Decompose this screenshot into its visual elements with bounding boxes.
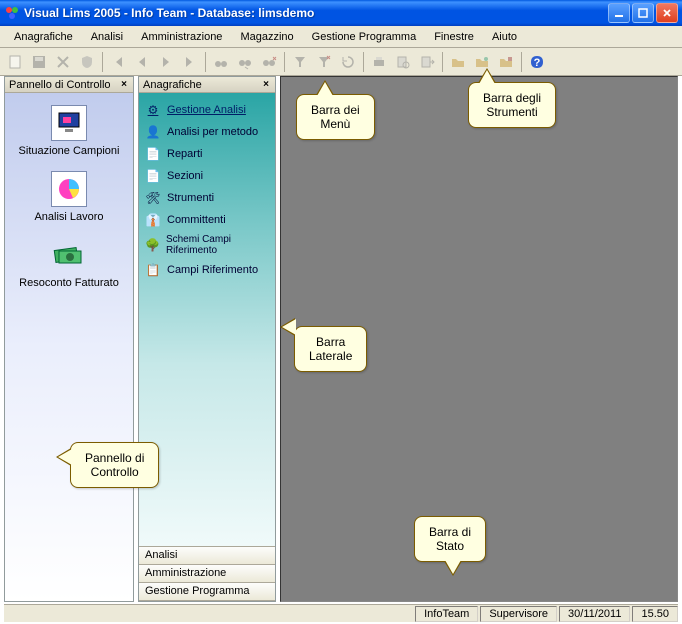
person-icon: 👤 bbox=[145, 124, 161, 140]
save-icon[interactable] bbox=[28, 51, 50, 73]
tree-icon: 🌳 bbox=[145, 237, 160, 253]
sidebar-item-committenti[interactable]: 👔 Committenti bbox=[139, 209, 275, 231]
preview-icon[interactable] bbox=[392, 51, 414, 73]
shield-icon[interactable] bbox=[76, 51, 98, 73]
sidebar-item-gestione-analisi[interactable]: ⚙ Gestione Analisi bbox=[139, 99, 275, 121]
cp-label: Situazione Campioni bbox=[19, 145, 120, 157]
tools-icon: 🛠 bbox=[145, 190, 161, 206]
sidebar-item-analisi-metodo[interactable]: 👤 Analisi per metodo bbox=[139, 121, 275, 143]
cp-item-situazione[interactable]: Situazione Campioni bbox=[5, 101, 133, 161]
export-icon[interactable] bbox=[416, 51, 438, 73]
sidebar-item-label: Campi Riferimento bbox=[167, 264, 258, 276]
callout-panel: Pannello di Controllo bbox=[70, 442, 159, 488]
doc-icon: 📄 bbox=[145, 168, 161, 184]
maximize-button[interactable] bbox=[632, 3, 654, 23]
sidebar-item-schemi[interactable]: 🌳 Schemi Campi Riferimento bbox=[139, 231, 275, 259]
control-panel-title: Pannello di Controllo bbox=[9, 79, 111, 91]
last-icon[interactable] bbox=[179, 51, 201, 73]
user-icon: 👔 bbox=[145, 212, 161, 228]
status-company: InfoTeam bbox=[415, 606, 478, 622]
folder3-icon[interactable] bbox=[495, 51, 517, 73]
cp-label: Analisi Lavoro bbox=[34, 211, 103, 223]
menu-amministrazione[interactable]: Amministrazione bbox=[133, 29, 230, 45]
refresh-icon[interactable] bbox=[337, 51, 359, 73]
sidebar-item-reparti[interactable]: 📄 Reparti bbox=[139, 143, 275, 165]
sidebar-tab-analisi[interactable]: Analisi bbox=[139, 547, 275, 565]
monitor-icon bbox=[51, 105, 87, 141]
sidebar-item-label: Gestione Analisi bbox=[167, 104, 246, 116]
delete-icon[interactable] bbox=[52, 51, 74, 73]
menu-gestione-programma[interactable]: Gestione Programma bbox=[304, 29, 425, 45]
money-icon bbox=[51, 237, 87, 273]
funnel-clear-icon[interactable] bbox=[313, 51, 335, 73]
statusbar: InfoTeam Supervisore 30/11/2011 15.50 bbox=[4, 604, 678, 622]
close-button[interactable] bbox=[656, 3, 678, 23]
sidebar-item-label: Strumenti bbox=[167, 192, 214, 204]
menubar: Anagrafiche Analisi Amministrazione Maga… bbox=[0, 26, 682, 48]
window-title: Visual Lims 2005 - Info Team - Database:… bbox=[24, 6, 608, 20]
control-panel: Pannello di Controllo × Situazione Campi… bbox=[4, 76, 134, 602]
status-time: 15.50 bbox=[632, 606, 678, 622]
sidebar-item-label: Schemi Campi Riferimento bbox=[166, 234, 269, 256]
sidebar-item-label: Committenti bbox=[167, 214, 226, 226]
sidebar-item-label: Reparti bbox=[167, 148, 202, 160]
sidebar: Anagrafiche × ⚙ Gestione Analisi 👤 Analisi… bbox=[138, 76, 276, 602]
status-user: Supervisore bbox=[480, 606, 557, 622]
help-icon[interactable]: ? bbox=[526, 51, 548, 73]
callout-menu: Barra dei Menù bbox=[296, 94, 375, 140]
app-icon bbox=[4, 5, 20, 21]
doc-icon: 📄 bbox=[145, 146, 161, 162]
sidebar-close-icon[interactable]: × bbox=[261, 79, 271, 90]
svg-text:?: ? bbox=[534, 57, 541, 69]
filter-clear-icon[interactable] bbox=[258, 51, 280, 73]
print-icon[interactable] bbox=[368, 51, 390, 73]
prev-icon[interactable] bbox=[131, 51, 153, 73]
find-next-icon[interactable] bbox=[234, 51, 256, 73]
toolbar: ? bbox=[0, 48, 682, 76]
titlebar: Visual Lims 2005 - Info Team - Database:… bbox=[0, 0, 682, 26]
sidebar-item-label: Sezioni bbox=[167, 170, 203, 182]
folder1-icon[interactable] bbox=[447, 51, 469, 73]
sidebar-tab-gestione[interactable]: Gestione Programma bbox=[139, 583, 275, 601]
menu-finestre[interactable]: Finestre bbox=[426, 29, 482, 45]
status-date: 30/11/2011 bbox=[559, 606, 630, 622]
sidebar-item-strumenti[interactable]: 🛠 Strumenti bbox=[139, 187, 275, 209]
control-panel-close-icon[interactable]: × bbox=[119, 79, 129, 90]
binoculars-icon[interactable] bbox=[210, 51, 232, 73]
next-icon[interactable] bbox=[155, 51, 177, 73]
control-panel-header: Pannello di Controllo × bbox=[5, 77, 133, 93]
menu-analisi[interactable]: Analisi bbox=[83, 29, 131, 45]
sidebar-tab-amministrazione[interactable]: Amministrazione bbox=[139, 565, 275, 583]
pie-icon bbox=[51, 171, 87, 207]
cp-item-resoconto[interactable]: Resoconto Fatturato bbox=[5, 233, 133, 293]
callout-side: Barra Laterale bbox=[294, 326, 367, 372]
new-icon[interactable] bbox=[4, 51, 26, 73]
sidebar-header: Anagrafiche × bbox=[139, 77, 275, 93]
menu-aiuto[interactable]: Aiuto bbox=[484, 29, 525, 45]
callout-tools: Barra degli Strumenti bbox=[468, 82, 556, 128]
cp-label: Resoconto Fatturato bbox=[19, 277, 119, 289]
menu-anagrafiche[interactable]: Anagrafiche bbox=[6, 29, 81, 45]
sidebar-item-label: Analisi per metodo bbox=[167, 126, 258, 138]
list-icon: 📋 bbox=[145, 262, 161, 278]
cp-item-analisi[interactable]: Analisi Lavoro bbox=[5, 167, 133, 227]
sidebar-item-campi[interactable]: 📋 Campi Riferimento bbox=[139, 259, 275, 281]
gear-icon: ⚙ bbox=[145, 102, 161, 118]
sidebar-title: Anagrafiche bbox=[143, 79, 202, 91]
funnel-icon[interactable] bbox=[289, 51, 311, 73]
minimize-button[interactable] bbox=[608, 3, 630, 23]
menu-magazzino[interactable]: Magazzino bbox=[232, 29, 301, 45]
first-icon[interactable] bbox=[107, 51, 129, 73]
sidebar-item-sezioni[interactable]: 📄 Sezioni bbox=[139, 165, 275, 187]
callout-status: Barra di Stato bbox=[414, 516, 486, 562]
